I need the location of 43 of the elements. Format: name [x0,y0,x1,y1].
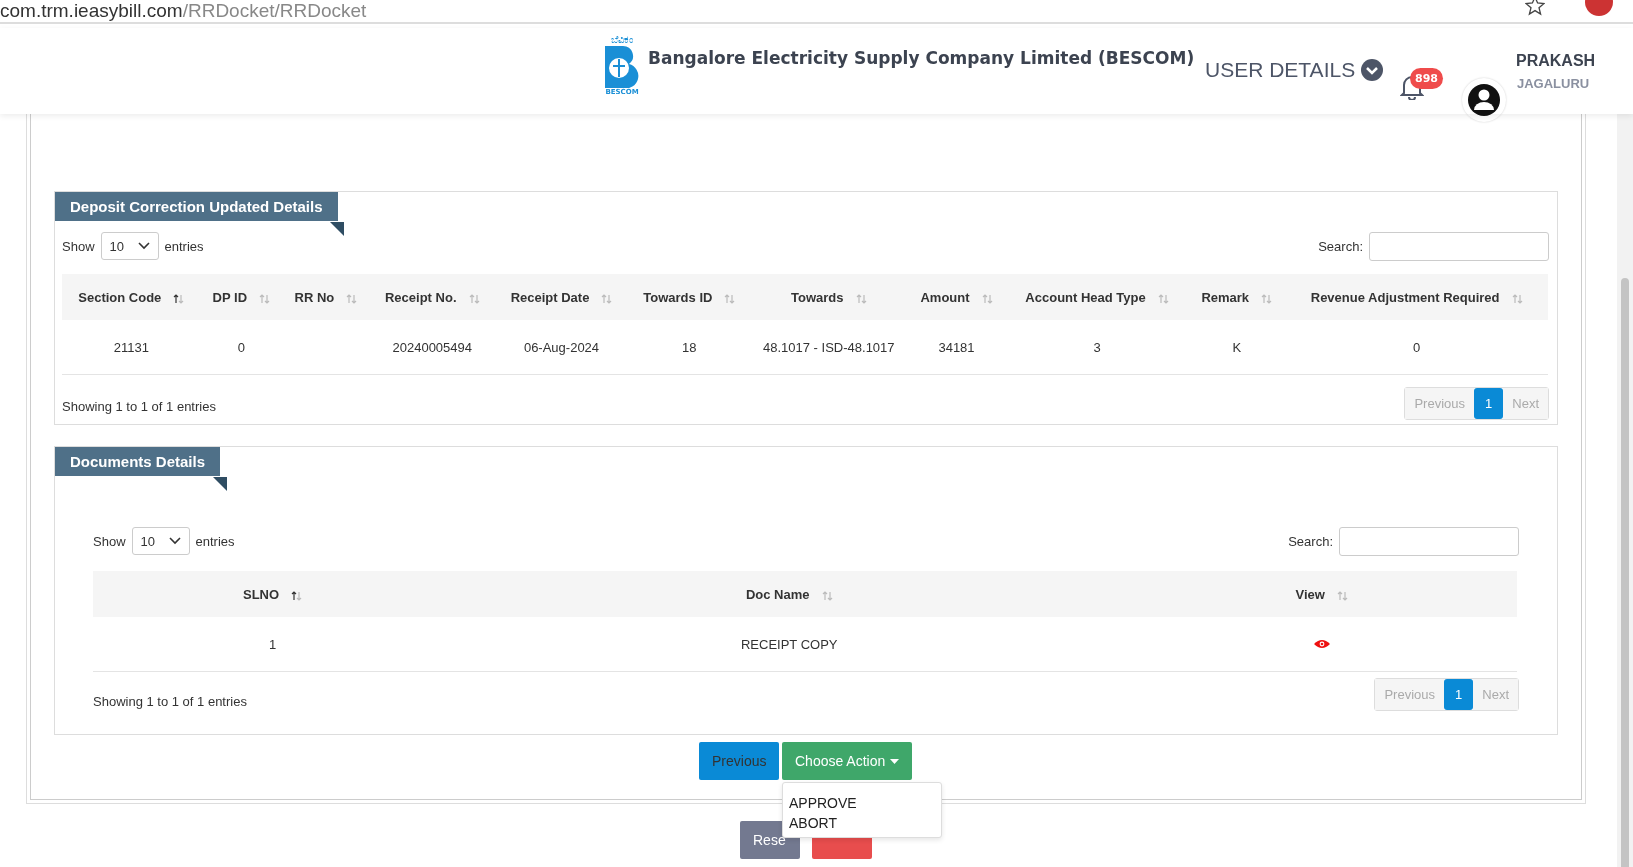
column-header[interactable]: Towards [791,289,844,305]
table-cell: 48.1017 - ISD-48.1017 [763,339,895,355]
table-cell: 20240005494 [392,339,472,355]
column-header[interactable]: SLNO [243,586,280,602]
search-label: Search: [1318,239,1363,254]
entries-select[interactable]: 10 [131,527,190,555]
company-name: Bangalore Electricity Supply Company Limited (BESCOM) [648,48,1195,68]
section-title: Deposit Correction Updated Details [55,192,338,221]
table-cell: 06-Aug-2024 [523,339,600,355]
address-bar-url[interactable]: com.trm.ieasybill.com/RRDocket/RRDocket [0,0,367,22]
table-cell: 18 [682,339,697,355]
entries-label: entries [164,238,204,254]
column-header[interactable]: Remark [1201,289,1250,305]
table-cell: 34181 [938,339,975,355]
user-location: JAGALURU [1517,76,1590,91]
entries-label: entries [195,533,235,549]
user-name: PRAKASH [1516,52,1596,70]
entries-info: Showing 1 to 1 of 1 entries [62,399,216,414]
column-header[interactable]: DP ID [212,289,248,305]
show-label: Show [62,238,95,254]
table-cell: 21131 [113,339,149,355]
page-button[interactable]: 1 [1444,679,1474,710]
column-header[interactable]: Amount [920,289,970,305]
user-details-menu[interactable]: USER DETAILS [1205,58,1384,82]
entries-info: Showing 1 to 1 of 1 entries [93,694,247,709]
table-cell: RECEIPT COPY [740,636,838,652]
menu-item[interactable]: APPROVE [783,793,941,813]
column-header[interactable]: Receipt No. [385,289,457,305]
column-header[interactable]: RR No [294,289,335,305]
entries-select[interactable]: 10 [100,232,159,260]
table-cell: 3 [1093,339,1101,355]
table-cell: K [1232,339,1242,355]
table-cell: 1 [268,636,277,652]
table-cell: 0 [237,339,245,355]
show-label: Show [93,533,126,549]
page-button[interactable]: 1 [1474,388,1504,419]
column-header[interactable]: View [1295,586,1325,602]
search-label: Search: [1288,534,1333,549]
notification-badge: 898 [1410,68,1443,89]
table-cell: 0 [1413,339,1421,355]
column-header[interactable]: Doc Name [745,586,810,602]
section-title: Documents Details [55,447,221,476]
column-header[interactable]: Towards ID [643,289,713,305]
